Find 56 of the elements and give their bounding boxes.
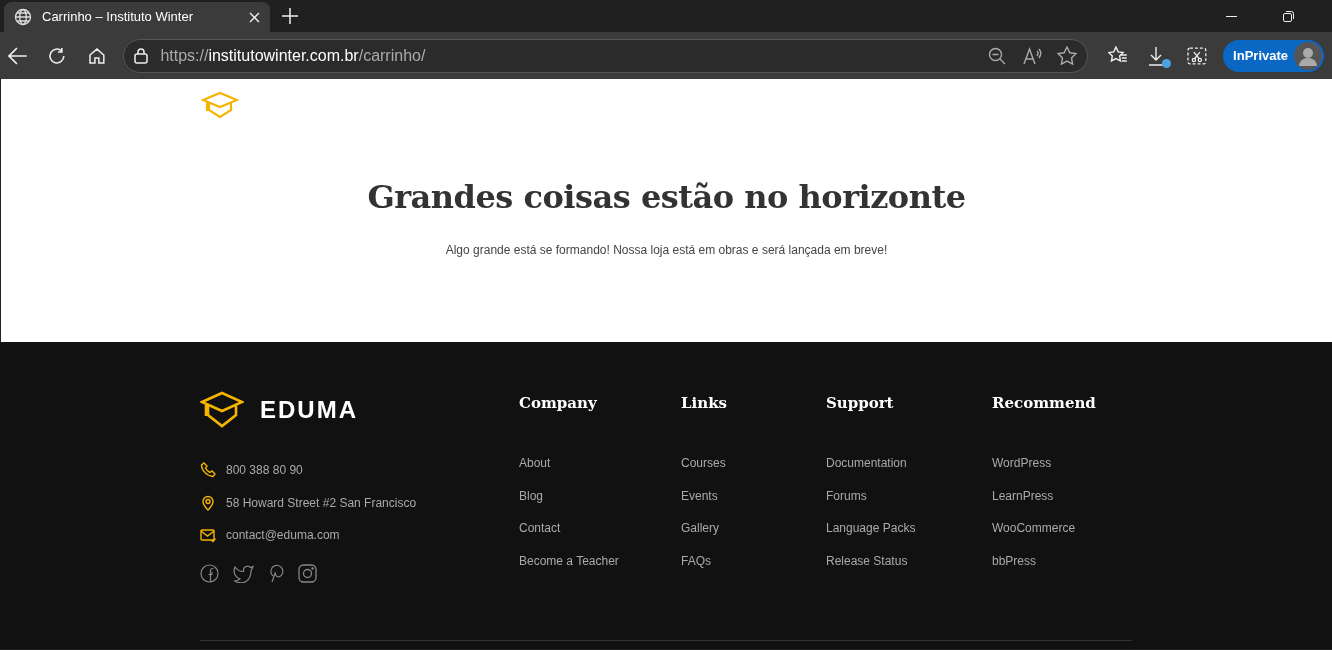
footer-link[interactable]: bbPress xyxy=(992,551,1132,584)
contact-text: contact@eduma.com xyxy=(226,527,340,545)
column-heading: Recommend xyxy=(992,393,1097,414)
envelope-icon xyxy=(200,527,216,544)
footer-link[interactable]: Events xyxy=(681,486,826,519)
lock-icon xyxy=(134,47,149,64)
column-heading: Company xyxy=(519,393,598,414)
inprivate-button[interactable]: InPrivate xyxy=(1223,39,1324,72)
facebook-icon[interactable] xyxy=(200,563,219,583)
graduation-cap-icon xyxy=(200,91,239,121)
back-icon[interactable] xyxy=(8,46,28,65)
footer-link[interactable]: Gallery xyxy=(681,519,826,552)
downloads-button[interactable] xyxy=(1147,45,1168,66)
brand-logo[interactable]: EDUMA xyxy=(200,390,519,430)
url-text: https://institutowinter.com.br/carrinho/ xyxy=(160,45,427,66)
tab-title: Carrinho – Instituto Winter xyxy=(42,8,194,27)
page-heading: Grandes coisas estão no horizonte xyxy=(366,177,967,218)
footer-link[interactable]: FAQs xyxy=(681,551,826,584)
footer-link[interactable]: WooCommerce xyxy=(992,519,1132,552)
zoom-out-icon[interactable] xyxy=(987,46,1006,65)
home-icon[interactable] xyxy=(87,46,106,65)
footer-link[interactable]: WordPress xyxy=(992,454,1132,487)
contact-text: 58 Howard Street #2 San Francisco xyxy=(226,494,417,512)
footer-link[interactable]: Documentation xyxy=(826,454,992,487)
page-message: Algo grande está se formando! Nossa loja está em obras e será lançada em breve! xyxy=(444,242,889,259)
footer-link[interactable]: Language Packs xyxy=(826,519,992,552)
refresh-icon[interactable] xyxy=(47,46,66,65)
location-pin-icon xyxy=(200,494,216,511)
restore-icon[interactable] xyxy=(1283,11,1294,22)
close-icon[interactable] xyxy=(249,11,260,23)
column-heading: Links xyxy=(681,393,728,414)
globe-icon xyxy=(14,8,32,26)
footer-link[interactable]: Contact xyxy=(519,519,681,552)
phone-icon xyxy=(200,462,216,479)
footer-link[interactable]: Forums xyxy=(826,486,992,519)
new-tab-icon[interactable] xyxy=(282,8,298,24)
address-bar[interactable]: https://institutowinter.com.br/carrinho/ xyxy=(123,38,1088,73)
footer-link[interactable]: Blog xyxy=(519,486,681,519)
favorites-icon[interactable] xyxy=(1107,46,1128,65)
info-badge xyxy=(1162,58,1172,68)
star-icon[interactable] xyxy=(1056,46,1077,65)
instagram-icon[interactable] xyxy=(298,563,317,583)
graduation-cap-icon xyxy=(200,391,244,429)
footer-link[interactable]: About xyxy=(519,454,681,487)
contact-text: 800 388 80 90 xyxy=(226,462,303,480)
column-heading: Support xyxy=(826,393,895,414)
browser-tab[interactable]: Carrinho – Instituto Winter xyxy=(4,2,270,32)
footer-link[interactable]: LearnPress xyxy=(992,486,1132,519)
footer-link[interactable]: Courses xyxy=(681,454,826,487)
read-aloud-icon[interactable] xyxy=(1022,46,1043,65)
pinterest-icon[interactable] xyxy=(268,563,284,583)
twitter-icon[interactable] xyxy=(233,563,254,583)
avatar-icon xyxy=(1294,41,1322,70)
footer-link[interactable]: Become a Teacher xyxy=(519,551,681,584)
footer-link[interactable]: Release Status xyxy=(826,551,992,584)
screenshot-icon[interactable] xyxy=(1187,46,1208,65)
